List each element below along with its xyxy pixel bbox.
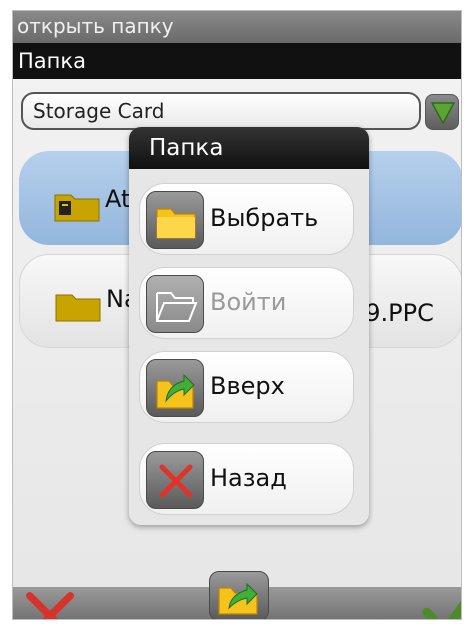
back-button-label: Назад [210, 464, 287, 492]
popup-title: Папка [129, 127, 369, 169]
list-item-label: At [105, 185, 131, 213]
folder-icon [156, 208, 196, 239]
folder-card-icon [54, 194, 100, 222]
open-folder-dialog: открыть папку Папка Storage Card At Na 5… [12, 10, 462, 620]
select-button-label: Выбрать [210, 204, 319, 232]
folder-context-menu: Папка Выбрать Войти Вверх Назад [129, 127, 369, 525]
up-button[interactable]: Вверх [139, 351, 354, 423]
select-button[interactable]: Выбрать [139, 183, 354, 255]
folder-up-icon [218, 582, 258, 615]
enter-button[interactable]: Войти [139, 267, 354, 339]
open-folder-icon [156, 292, 198, 322]
folder-up-icon [156, 373, 195, 409]
close-icon [159, 464, 193, 498]
folder-icon [55, 294, 101, 322]
toolbar-up-button[interactable] [209, 571, 269, 619]
enter-button-label: Войти [210, 288, 287, 316]
ok-button[interactable] [421, 583, 462, 620]
storage-select[interactable]: Storage Card [21, 92, 421, 130]
window-title: открыть папку [13, 11, 461, 43]
up-button-label: Вверх [210, 372, 285, 400]
cancel-button[interactable] [21, 587, 79, 620]
storage-dropdown-button[interactable] [425, 94, 459, 130]
back-button[interactable]: Назад [139, 443, 354, 515]
chevron-down-icon [430, 102, 456, 125]
section-header: Папка [13, 43, 461, 79]
